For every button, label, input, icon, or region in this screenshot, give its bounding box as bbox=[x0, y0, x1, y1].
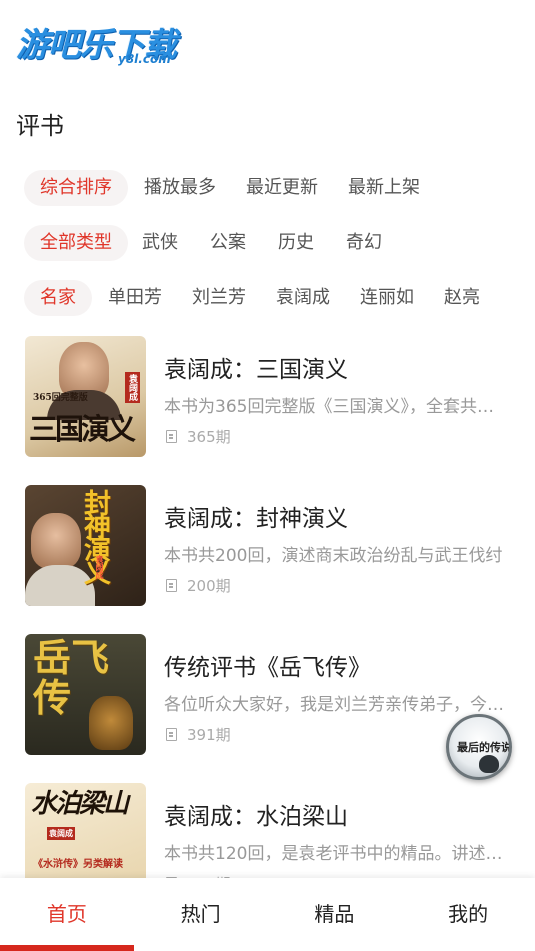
filter-artist-liu-lanfang[interactable]: 刘兰芳 bbox=[192, 280, 246, 316]
bronze-mask-image bbox=[89, 696, 133, 750]
floating-ad-label: 最后的传说 bbox=[457, 741, 512, 754]
floating-ad-figure-icon bbox=[479, 755, 499, 773]
filter-artist-yuan-kuocheng[interactable]: 袁阔成 bbox=[276, 280, 330, 316]
book-title: 袁阔成：水泊梁山 bbox=[164, 804, 348, 830]
filter-artist-famous[interactable]: 名家 bbox=[24, 280, 92, 316]
cover-badge: 袁阔成 bbox=[125, 372, 140, 403]
floating-ad-button[interactable]: 最后的传说 bbox=[446, 714, 512, 780]
app-logo[interactable]: 游吧乐下载 y8l.com bbox=[14, 14, 194, 70]
tab-featured[interactable]: 精品 bbox=[268, 878, 402, 951]
bottom-tab-bar: 首页 热门 精品 我的 bbox=[0, 878, 535, 951]
filter-artist-zhao-liang[interactable]: 赵亮 bbox=[444, 280, 480, 316]
cover-small-text: 《水浒传》另类解读 bbox=[33, 859, 123, 870]
episode-list-icon bbox=[166, 579, 177, 592]
book-title: 袁阔成：三国演义 bbox=[164, 357, 348, 383]
tab-mine[interactable]: 我的 bbox=[401, 878, 535, 951]
active-tab-indicator bbox=[0, 945, 134, 951]
filter-type-wuxia[interactable]: 武侠 bbox=[142, 225, 178, 261]
tab-hot[interactable]: 热门 bbox=[134, 878, 268, 951]
episode-count: 391期 bbox=[187, 726, 231, 744]
book-episodes: 365期 bbox=[166, 426, 231, 447]
cover-badge: 袁阔成 bbox=[95, 555, 105, 579]
filter-type-history[interactable]: 历史 bbox=[278, 225, 314, 261]
filter-sort-comprehensive[interactable]: 综合排序 bbox=[24, 170, 128, 206]
filter-artist-shan-tianfang[interactable]: 单田芳 bbox=[108, 280, 162, 316]
filter-type-fantasy[interactable]: 奇幻 bbox=[346, 225, 382, 261]
book-cover-image: 封神演义 袁阔成 bbox=[25, 485, 146, 606]
filter-type-gongan[interactable]: 公案 bbox=[210, 225, 246, 261]
filter-artist-lian-liru[interactable]: 连丽如 bbox=[360, 280, 414, 316]
book-cover-image: 岳飞传 bbox=[25, 634, 146, 755]
artist-filter-row: 名家 单田芳 刘兰芳 袁阔成 连丽如 赵亮 bbox=[24, 280, 480, 316]
filter-sort-most-played[interactable]: 播放最多 bbox=[144, 170, 216, 206]
episode-count: 200期 bbox=[187, 577, 231, 595]
episode-count: 365期 bbox=[187, 428, 231, 446]
sort-filter-row: 综合排序 播放最多 最近更新 最新上架 bbox=[24, 170, 420, 206]
filter-sort-newest[interactable]: 最新上架 bbox=[348, 170, 420, 206]
filter-type-all[interactable]: 全部类型 bbox=[24, 225, 128, 261]
book-item[interactable]: 岳飞传 传统评书《岳飞传》 各位听众大家好，我是刘兰芳亲传弟子，今天为您 391… bbox=[25, 634, 515, 756]
logo-subtext: y8l.com bbox=[118, 52, 171, 66]
book-description: 各位听众大家好，我是刘兰芳亲传弟子，今天为您 bbox=[164, 695, 504, 715]
book-item[interactable]: 封神演义 袁阔成 袁阔成：封神演义 本书共200回，演述商末政治纷乱与武王伐纣 … bbox=[25, 485, 515, 607]
book-item[interactable]: 365回完整版 三国演义 袁阔成 袁阔成：三国演义 本书为365回完整版《三国演… bbox=[25, 336, 515, 458]
book-title: 袁阔成：封神演义 bbox=[164, 506, 348, 532]
book-description: 本书共200回，演述商末政治纷乱与武王伐纣 bbox=[164, 546, 503, 566]
book-description: 本书为365回完整版《三国演义》，全套共365回 bbox=[164, 397, 504, 417]
book-episodes: 200期 bbox=[166, 575, 231, 596]
tab-home[interactable]: 首页 bbox=[0, 878, 134, 951]
cover-title-text: 水泊梁山 bbox=[31, 789, 129, 819]
book-description: 本书共120回，是袁老评书中的精品。讲述水浒 bbox=[164, 844, 504, 864]
book-episodes: 391期 bbox=[166, 724, 231, 745]
type-filter-row: 全部类型 武侠 公案 历史 奇幻 bbox=[24, 225, 382, 261]
episode-list-icon bbox=[166, 728, 177, 741]
cover-badge: 袁阔成 bbox=[47, 827, 75, 840]
portrait-figure bbox=[31, 513, 81, 569]
cover-title-text: 三国演义 bbox=[29, 412, 136, 446]
cover-small-text: 365回完整版 bbox=[33, 393, 88, 403]
book-title: 传统评书《岳飞传》 bbox=[164, 655, 371, 681]
filter-sort-recently-updated[interactable]: 最近更新 bbox=[246, 170, 318, 206]
book-cover-image: 365回完整版 三国演义 袁阔成 bbox=[25, 336, 146, 457]
episode-list-icon bbox=[166, 430, 177, 443]
page-title: 评书 bbox=[16, 112, 64, 140]
